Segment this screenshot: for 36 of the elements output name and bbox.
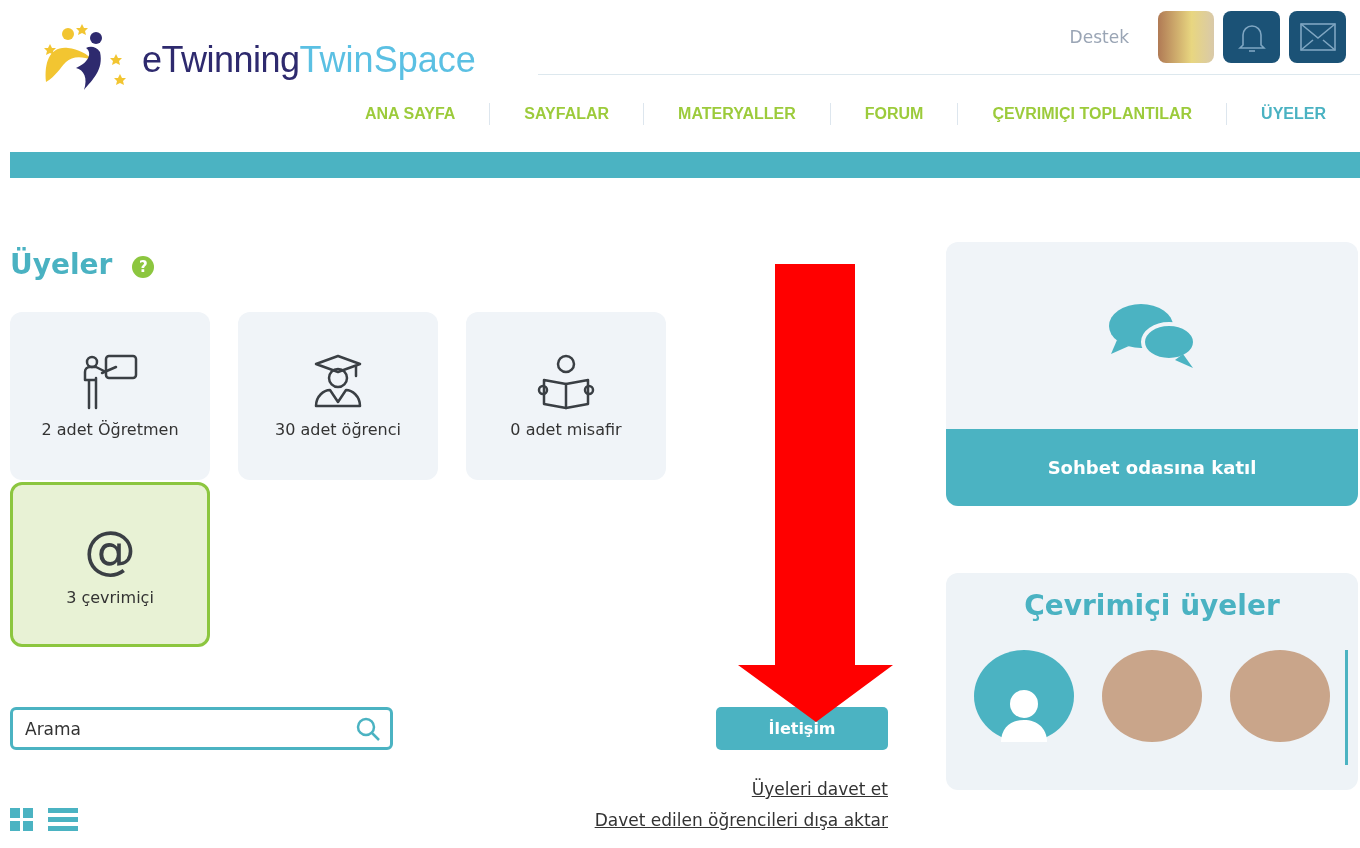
support-link[interactable]: Destek (1069, 27, 1129, 47)
notifications-button[interactable] (1223, 11, 1280, 63)
contact-button[interactable]: İletişim (716, 707, 888, 750)
help-icon[interactable]: ? (132, 256, 155, 278)
envelope-icon (1299, 23, 1336, 51)
logo[interactable]: eTwinningTwinSpace (0, 0, 476, 98)
stat-label: 2 adet Öğretmen (41, 419, 179, 439)
messages-button[interactable] (1289, 11, 1346, 63)
graduate-icon (312, 353, 364, 410)
text-link[interactable]: Davet edilen öğrencileri dışa aktar (594, 809, 888, 832)
search-field[interactable]: Arama (10, 707, 393, 750)
nav-link[interactable]: MATERYALLER (643, 102, 830, 125)
at-sign-icon: @ (84, 522, 136, 578)
nav-link[interactable]: SAYFALAR (489, 102, 644, 125)
profile-photo-placeholder[interactable] (1158, 11, 1214, 63)
nav-link[interactable]: ÇEVRIMIÇI TOPLANTILAR (957, 102, 1227, 125)
reading-person-icon (536, 353, 596, 410)
stat-card[interactable]: @ 3 çevrimiçi (10, 482, 210, 647)
join-chat-button[interactable]: Sohbet odasına katıl (946, 429, 1358, 506)
stat-card[interactable]: 30 adet öğrenci (238, 312, 438, 480)
page-title: Üyeler (10, 247, 113, 281)
stat-label: 30 adet öğrenci (275, 419, 401, 439)
grid-view-icon[interactable] (10, 808, 34, 832)
nav-link[interactable]: FORUM (829, 102, 958, 125)
online-members-title: Çevrimiçi üyeler (1024, 589, 1280, 622)
list-view-icon[interactable] (48, 808, 78, 832)
stat-card[interactable]: 0 adet misafir (466, 312, 666, 480)
nav-link[interactable]: ÜYELER (1226, 102, 1326, 125)
stat-card[interactable]: 2 adet Öğretmen (10, 312, 210, 480)
search-icon[interactable] (355, 716, 381, 742)
scrollbar[interactable] (1345, 650, 1348, 765)
nav-link[interactable]: ANA SAYFA (330, 102, 490, 125)
stat-label: 0 adet misafir (510, 419, 622, 439)
text-link[interactable]: Üyeleri davet et (751, 778, 888, 801)
stat-label: 3 çevrimiçi (66, 588, 154, 607)
logo-text: eTwinningTwinSpace (142, 39, 476, 81)
